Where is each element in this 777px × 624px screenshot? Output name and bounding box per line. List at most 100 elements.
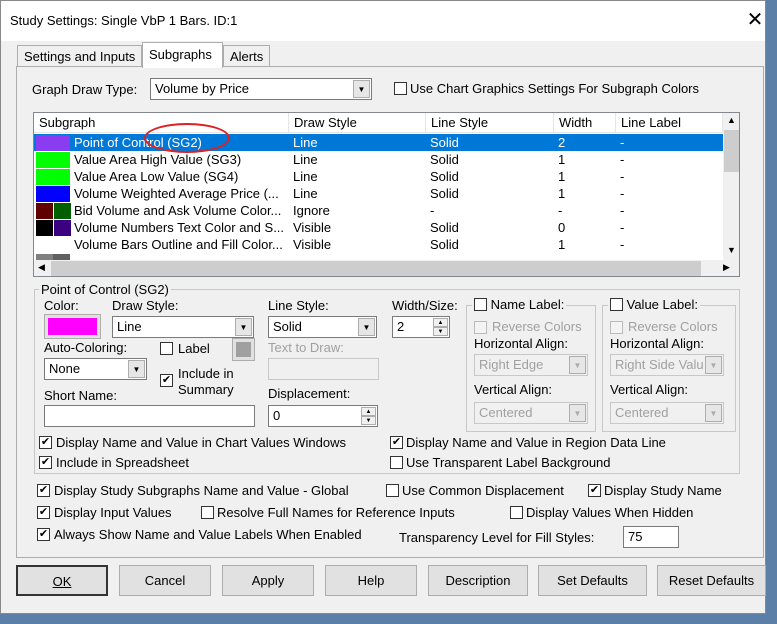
- display-study-name-label: Display Study Name: [604, 483, 722, 498]
- spin-up-icon[interactable]: ▲: [433, 318, 448, 327]
- column-header-line-label[interactable]: Line Label: [616, 113, 723, 133]
- cell-draw: Visible: [293, 220, 332, 235]
- value-label-checkbox[interactable]: [610, 298, 623, 311]
- resolve-full-names-checkbox[interactable]: [201, 506, 214, 519]
- values-when-hidden-checkbox[interactable]: [510, 506, 523, 519]
- name-label-checkbox[interactable]: [474, 298, 487, 311]
- auto-coloring-value: None: [49, 361, 81, 376]
- list-row[interactable]: Value Area High Value (SG3) Line Solid 1 -: [34, 151, 723, 168]
- apply-button[interactable]: Apply: [222, 565, 314, 596]
- display-input-values-checkbox[interactable]: ✔: [37, 506, 50, 519]
- value-horizontal-align-label: Horizontal Align:: [610, 336, 704, 351]
- vertical-scrollbar[interactable]: ▲ ▼: [723, 113, 739, 260]
- auto-coloring-select[interactable]: None ▼: [44, 358, 147, 380]
- display-subgraphs-global-checkbox[interactable]: ✔: [37, 484, 50, 497]
- help-button[interactable]: Help: [325, 565, 417, 596]
- text-to-draw-label: Text to Draw:: [268, 340, 344, 355]
- name-vertical-align-label: Vertical Align:: [474, 382, 553, 397]
- color-button[interactable]: [44, 314, 101, 339]
- column-header-draw-style[interactable]: Draw Style: [289, 113, 426, 133]
- scrollbar-thumb[interactable]: [724, 130, 739, 172]
- short-name-label: Short Name:: [44, 388, 117, 403]
- subgraph-list[interactable]: Subgraph Draw Style Line Style Width Lin…: [33, 112, 740, 277]
- name-reverse-colors-label: Reverse Colors: [492, 319, 582, 334]
- cell-width: 2: [558, 135, 566, 150]
- graph-draw-type-select[interactable]: Volume by Price ▼: [150, 78, 372, 100]
- close-icon[interactable]: ✕: [745, 7, 765, 32]
- value-vertical-align-value: Centered: [615, 405, 669, 420]
- cell-line: Solid: [430, 186, 459, 201]
- cell-draw: Line: [293, 152, 318, 167]
- spin-down-icon[interactable]: ▼: [433, 327, 448, 336]
- cell-width: 1: [558, 169, 566, 184]
- color-swatch: [36, 186, 70, 202]
- displacement-spinner[interactable]: 0 ▲ ▼: [268, 405, 378, 427]
- cell-name: Bid Volume and Ask Volume Color...: [74, 203, 282, 218]
- color-swatch: [54, 237, 71, 253]
- cell-draw: Line: [293, 135, 318, 150]
- cell-name: Value Area Low Value (SG4): [74, 169, 239, 184]
- chevron-down-icon: ▼: [235, 318, 252, 336]
- name-vertical-align-select: Centered ▼: [474, 402, 588, 424]
- list-row[interactable]: Bid Volume and Ask Volume Color... Ignore…: [34, 202, 723, 219]
- spreadsheet-label: Include in Spreadsheet: [56, 455, 189, 470]
- spin-up-icon[interactable]: ▲: [361, 407, 376, 416]
- horizontal-scrollbar[interactable]: ◀ ▶: [34, 260, 739, 276]
- list-row[interactable]: Value Area Low Value (SG4) Line Solid 1 -: [34, 168, 723, 185]
- reset-defaults-button[interactable]: Reset Defaults: [657, 565, 766, 596]
- tab-settings-and-inputs[interactable]: Settings and Inputs: [17, 45, 142, 67]
- name-horizontal-align-value: Right Edge: [479, 357, 544, 372]
- column-header-line-style[interactable]: Line Style: [426, 113, 554, 133]
- always-show-labels-checkbox[interactable]: ✔: [37, 528, 50, 541]
- common-displacement-checkbox[interactable]: [386, 484, 399, 497]
- chevron-down-icon: ▼: [705, 356, 722, 374]
- common-displacement-label: Use Common Displacement: [402, 483, 564, 498]
- list-row[interactable]: Volume Bars Outline and Fill Color... Vis…: [34, 236, 723, 253]
- cell-width: 1: [558, 152, 566, 167]
- description-button[interactable]: Description: [428, 565, 528, 596]
- cell-draw: Ignore: [293, 203, 330, 218]
- column-header-width[interactable]: Width: [554, 113, 616, 133]
- short-name-input[interactable]: [44, 405, 255, 427]
- use-chart-graphics-label: Use Chart Graphics Settings For Subgraph…: [410, 81, 700, 96]
- list-row[interactable]: Volume Numbers Text Color and S... Visibl…: [34, 219, 723, 236]
- draw-style-select[interactable]: Line ▼: [112, 316, 254, 338]
- display-study-name-checkbox[interactable]: ✔: [588, 484, 601, 497]
- spreadsheet-checkbox[interactable]: ✔: [39, 456, 52, 469]
- ok-label: OK: [52, 574, 72, 589]
- region-data-line-label: Display Name and Value in Region Data Li…: [406, 435, 666, 450]
- always-show-labels-label: Always Show Name and Value Labels When E…: [54, 527, 362, 542]
- auto-coloring-label: Auto-Coloring:: [44, 340, 128, 355]
- list-row[interactable]: Volume Weighted Average Price (... Line So…: [34, 185, 723, 202]
- scrollbar-thumb[interactable]: [51, 261, 701, 276]
- include-in-summary-checkbox[interactable]: ✔: [160, 374, 173, 387]
- cell-draw: Line: [293, 186, 318, 201]
- chevron-down-icon: ▼: [358, 318, 375, 336]
- name-label-text: Name Label:: [490, 297, 565, 312]
- region-data-line-checkbox[interactable]: ✔: [390, 436, 403, 449]
- chart-values-checkbox[interactable]: ✔: [39, 436, 52, 449]
- name-vertical-align-value: Centered: [479, 405, 533, 420]
- chevron-down-icon: ▼: [353, 80, 370, 98]
- chevron-down-icon: ▼: [705, 404, 722, 422]
- color-swatch: [36, 135, 70, 151]
- cell-line: Solid: [430, 237, 459, 252]
- transparent-background-checkbox[interactable]: [390, 456, 403, 469]
- list-row[interactable]: Point of Control (SG2) Line Solid 2-: [34, 134, 723, 151]
- color-swatch: [54, 203, 71, 219]
- width-size-spinner[interactable]: 2 ▲ ▼: [392, 316, 450, 338]
- cancel-button[interactable]: Cancel: [119, 565, 211, 596]
- spin-down-icon[interactable]: ▼: [361, 416, 376, 425]
- set-defaults-button[interactable]: Set Defaults: [538, 565, 647, 596]
- tab-subgraphs[interactable]: Subgraphs: [142, 42, 223, 68]
- transparency-input[interactable]: 75: [623, 526, 679, 548]
- label-color-button[interactable]: [232, 338, 255, 361]
- cell-label: -: [620, 135, 625, 150]
- cell-width: 1: [558, 186, 566, 201]
- value-label-title: Value Label:: [608, 297, 700, 312]
- label-checkbox[interactable]: [160, 342, 173, 355]
- line-style-select[interactable]: Solid ▼: [268, 316, 377, 338]
- tab-alerts[interactable]: Alerts: [223, 45, 270, 67]
- ok-button[interactable]: OK: [16, 565, 108, 596]
- use-chart-graphics-checkbox[interactable]: [394, 82, 407, 95]
